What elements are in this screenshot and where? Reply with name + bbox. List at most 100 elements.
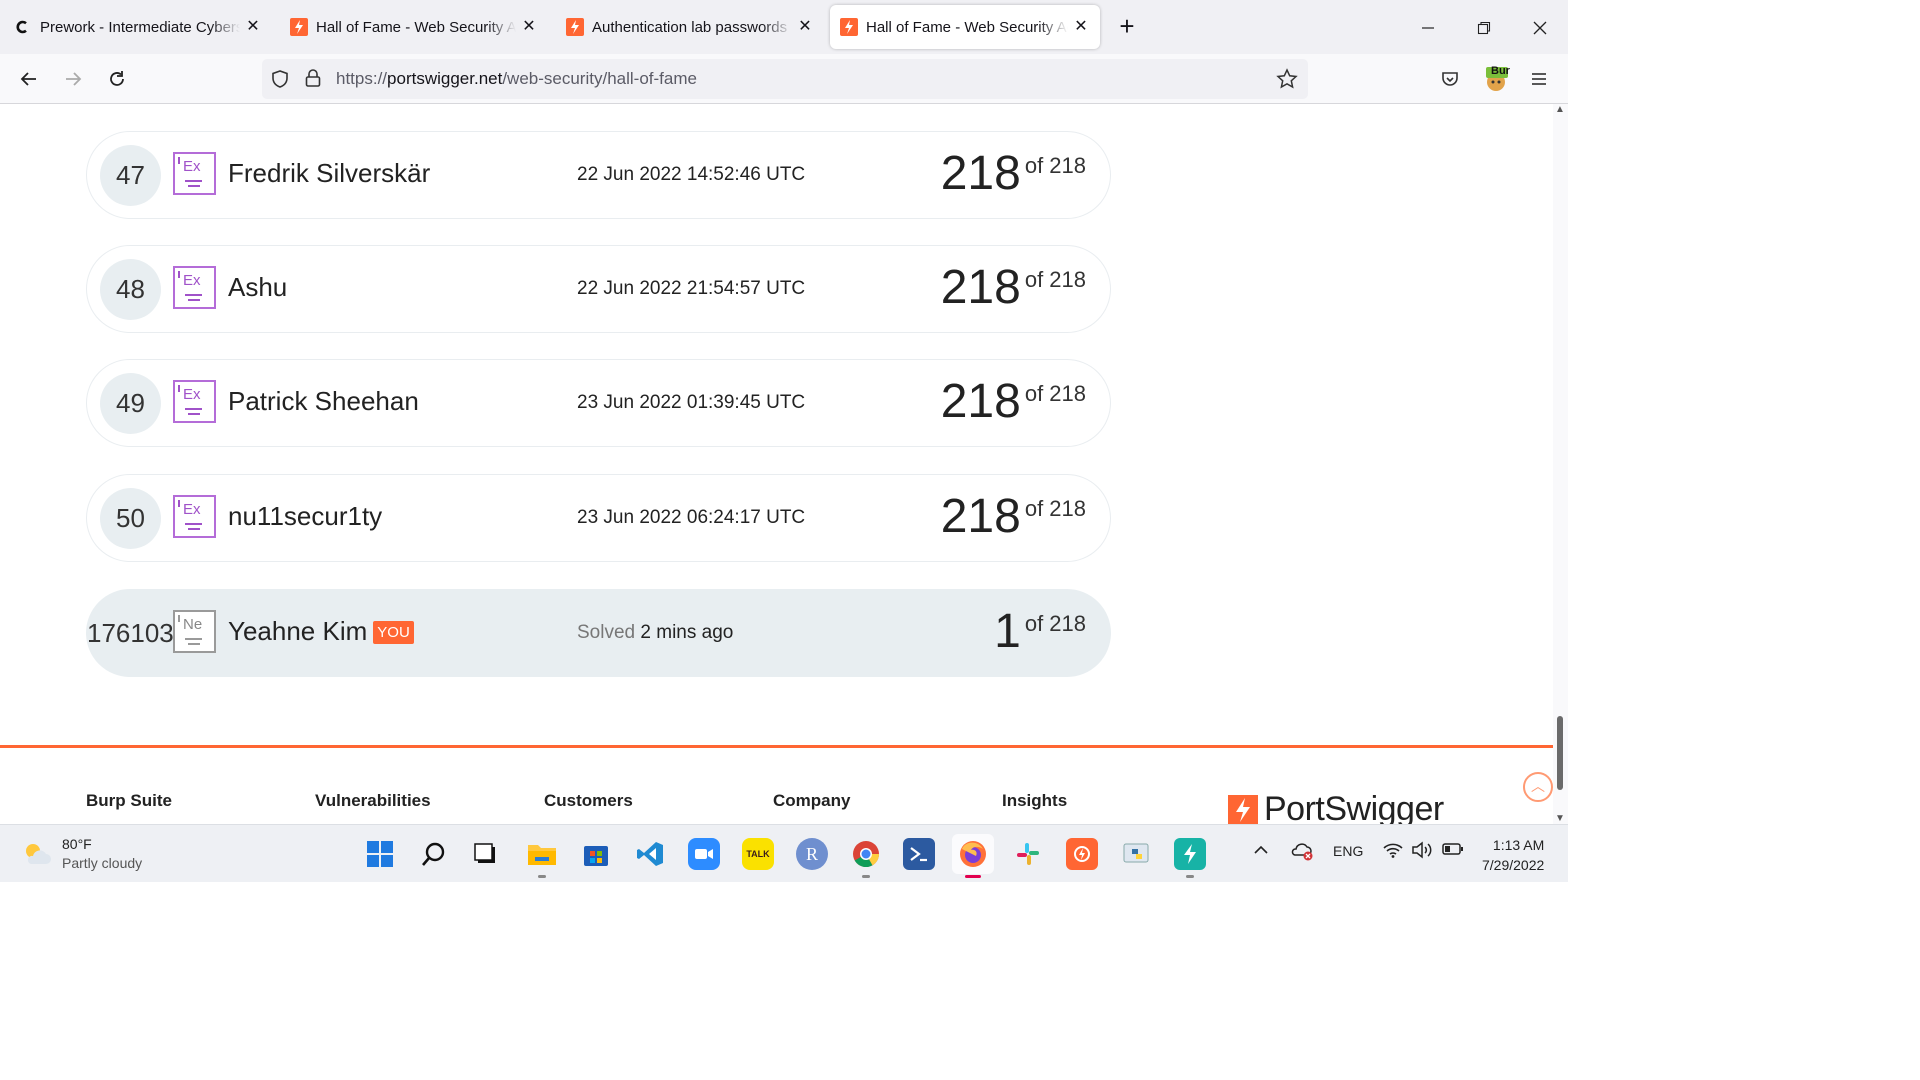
new-tab-button[interactable]: + [1114, 13, 1140, 40]
close-tab-icon[interactable]: ✕ [796, 18, 814, 36]
language-indicator[interactable]: ENG [1333, 843, 1363, 859]
portswigger-icon [840, 18, 858, 36]
system-clock[interactable]: 1:13 AM 7/29/2022 [1482, 835, 1544, 875]
tab-hall-of-fame-active[interactable]: Hall of Fame - Web Security Aca ✕ [830, 5, 1100, 49]
rank-number: 48 [100, 259, 161, 320]
weather-widget[interactable]: 80°F Partly cloudy [22, 835, 142, 873]
scroll-up-arrow-icon[interactable]: ▲ [1555, 104, 1565, 115]
footer-link-insights[interactable]: Insights [1002, 791, 1067, 811]
completion-date: 23 Jun 2022 06:24:17 UTC [577, 507, 806, 528]
windows-start-icon[interactable] [364, 838, 396, 870]
footer-divider [0, 745, 1553, 748]
tab-title: Hall of Fame - Web Security Aca [316, 18, 516, 36]
wifi-icon[interactable] [1382, 841, 1404, 862]
close-tab-icon[interactable]: ✕ [520, 18, 538, 36]
chrome-icon[interactable] [850, 838, 882, 870]
score: 218 of 218 [940, 147, 1086, 200]
file-explorer-icon[interactable] [526, 838, 558, 870]
tracking-shield-icon[interactable] [270, 69, 290, 94]
menu-hamburger-icon[interactable] [1525, 65, 1553, 93]
leaderboard-row: 47 Ex Fredrik Silverskär 22 Jun 2022 14:… [86, 131, 1111, 219]
reload-icon[interactable] [103, 65, 131, 93]
leaderboard-row: 49 Ex Patrick Sheehan 23 Jun 2022 01:39:… [86, 359, 1111, 447]
scroll-down-arrow-icon[interactable]: ▼ [1555, 813, 1565, 824]
completion-date: 22 Jun 2022 14:52:46 UTC [577, 164, 806, 185]
kakaotalk-icon[interactable]: TALK [742, 838, 774, 870]
extension-label: Bur [1491, 65, 1510, 77]
portswigger-icon [290, 18, 308, 36]
completion-date: 23 Jun 2022 01:39:45 UTC [577, 392, 806, 413]
powershell-icon[interactable] [903, 838, 935, 870]
search-icon[interactable] [418, 838, 450, 870]
tab-title: Hall of Fame - Web Security Aca [866, 18, 1068, 36]
tab-strip: Prework - Intermediate Cyberse ✕ Hall of… [0, 0, 1568, 54]
rank-number: 47 [100, 145, 161, 206]
url-text[interactable]: https://portswigger.net/web-security/hal… [336, 69, 697, 89]
scroll-to-top-icon[interactable]: ︿ [1523, 772, 1553, 802]
you-badge: YOU [373, 621, 414, 644]
completion-date: 22 Jun 2022 21:54:57 UTC [577, 278, 806, 299]
expert-level-icon: Ex [173, 266, 216, 309]
volume-icon[interactable] [1411, 841, 1433, 862]
lock-icon[interactable] [304, 68, 322, 93]
pocket-icon[interactable] [1436, 65, 1464, 93]
restore-window-icon[interactable] [1470, 14, 1498, 42]
rank-number: 49 [100, 373, 161, 434]
burp-extension-icon[interactable]: Bur [1482, 65, 1510, 93]
user-name: Ashu [228, 272, 288, 302]
tab-hall-of-fame[interactable]: Hall of Fame - Web Security Aca ✕ [280, 5, 548, 49]
tab-title: Prework - Intermediate Cyberse [40, 18, 240, 36]
score: 218 of 218 [940, 261, 1086, 314]
address-bar[interactable]: https://portswigger.net/web-security/hal… [262, 59, 1308, 99]
back-arrow-icon[interactable] [15, 65, 43, 93]
close-window-icon[interactable] [1526, 14, 1554, 42]
windows-taskbar: 80°F Partly cloudy TALK R ENG 1:13 AM 7/… [0, 824, 1568, 882]
vscode-icon[interactable] [634, 838, 666, 870]
user-name: nu11secur1ty [228, 501, 383, 531]
page-scrollbar[interactable]: ▲ ▼ [1553, 104, 1568, 824]
show-hidden-icons-chevron-icon[interactable] [1252, 843, 1270, 860]
temperature: 80°F [62, 836, 92, 852]
expert-level-icon: Ex [173, 380, 216, 423]
close-tab-icon[interactable]: ✕ [1072, 18, 1090, 36]
python-icon[interactable] [1120, 838, 1152, 870]
onedrive-error-icon[interactable] [1290, 841, 1314, 864]
close-tab-icon[interactable]: ✕ [244, 18, 262, 36]
firefox-icon[interactable] [952, 834, 994, 874]
r-app-icon[interactable]: R [796, 838, 828, 870]
leaderboard-row: 50 Ex nu11secur1ty 23 Jun 2022 06:24:17 … [86, 474, 1111, 562]
bookmark-star-icon[interactable] [1276, 68, 1298, 95]
forward-arrow-icon[interactable] [59, 65, 87, 93]
partly-cloudy-icon [26, 844, 51, 864]
expert-level-icon: Ex [173, 152, 216, 195]
portswigger-icon [566, 18, 584, 36]
footer-link-burp-suite[interactable]: Burp Suite [86, 791, 172, 811]
battery-icon[interactable] [1442, 842, 1464, 859]
portswigger-taskbar-icon[interactable] [1174, 838, 1206, 870]
tab-title: Authentication lab passwords | W [592, 18, 792, 36]
slack-icon[interactable] [1012, 838, 1044, 870]
user-name: Yeahne Kim YOU [228, 616, 414, 647]
current-user-row: 176103 Ne Yeahne Kim YOU Solved 2 mins ag… [86, 589, 1111, 677]
scrollbar-thumb[interactable] [1557, 716, 1563, 790]
footer-link-customers[interactable]: Customers [544, 791, 633, 811]
task-view-icon[interactable] [470, 838, 502, 870]
portswigger-logo[interactable]: PortSwigger [1228, 790, 1444, 824]
user-name: Fredrik Silverskär [228, 158, 431, 188]
zoom-icon[interactable] [688, 838, 720, 870]
tab-prework[interactable]: Prework - Intermediate Cyberse ✕ [4, 5, 272, 49]
minimize-window-icon[interactable] [1414, 14, 1442, 42]
footer-link-company[interactable]: Company [773, 791, 850, 811]
tab-authentication-lab[interactable]: Authentication lab passwords | W ✕ [556, 5, 824, 49]
page-content: 47 Ex Fredrik Silverskär 22 Jun 2022 14:… [0, 104, 1553, 824]
clock-date: 7/29/2022 [1482, 857, 1545, 873]
footer-link-vulnerabilities[interactable]: Vulnerabilities [315, 791, 431, 811]
burp-suite-taskbar-icon[interactable] [1066, 838, 1098, 870]
rank-number: 50 [100, 488, 161, 549]
score: 218 of 218 [940, 375, 1086, 428]
newcomer-level-icon: Ne [173, 610, 216, 653]
score: 218 of 218 [940, 490, 1086, 543]
rank-number: 176103 [87, 618, 174, 648]
portswigger-logo-icon [1228, 794, 1258, 824]
microsoft-store-icon[interactable] [580, 838, 612, 870]
